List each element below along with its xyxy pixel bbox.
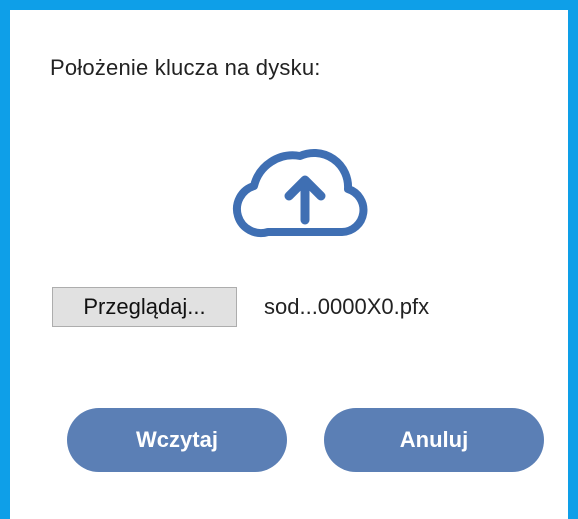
selected-file-name: sod...0000X0.pfx bbox=[264, 294, 430, 319]
cancel-button[interactable]: Anuluj bbox=[324, 408, 544, 472]
cloud-upload-icon[interactable] bbox=[230, 134, 374, 244]
load-button[interactable]: Wczytaj bbox=[67, 408, 287, 472]
key-file-dialog: Położenie klucza na dysku: Przeglądaj...… bbox=[0, 0, 578, 519]
key-location-label: Położenie klucza na dysku: bbox=[50, 55, 321, 80]
browse-button[interactable]: Przeglądaj... bbox=[52, 287, 237, 327]
